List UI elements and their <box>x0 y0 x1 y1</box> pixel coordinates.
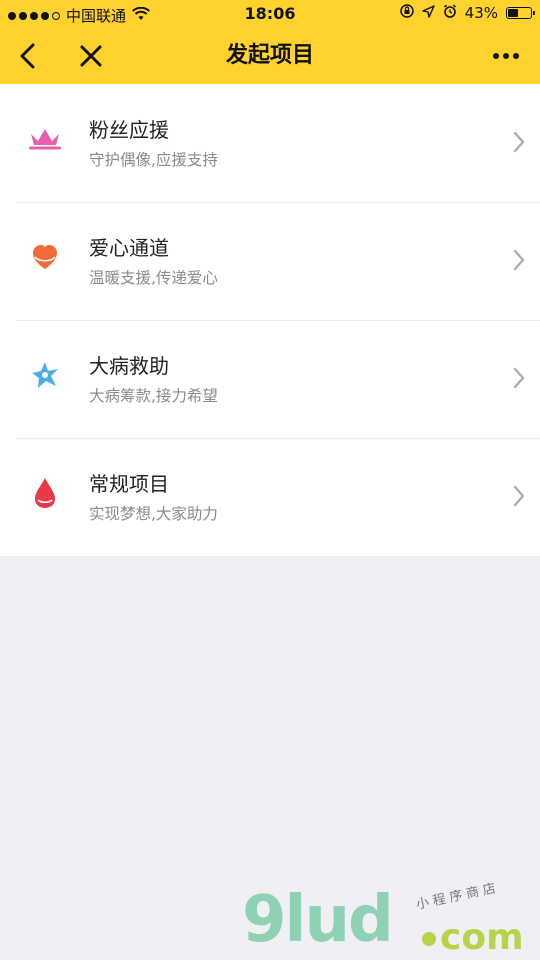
status-bar: 中国联通 18:06 43% <box>0 0 540 28</box>
item-subtitle: 实现梦想,大家助力 <box>89 505 218 523</box>
battery-fill <box>508 9 519 17</box>
list-item-fan-support[interactable]: 粉丝应援 守护偶像,应援支持 <box>0 84 540 202</box>
more-icon-dot <box>503 53 509 59</box>
chevron-right-icon <box>513 485 525 507</box>
item-title: 爱心通道 <box>89 236 169 260</box>
chevron-right-icon <box>513 249 525 271</box>
crown-icon <box>26 120 64 158</box>
list-item-regular-project[interactable]: 常规项目 实现梦想,大家助力 <box>0 438 540 556</box>
list-item-illness-aid[interactable]: 大病救助 大病筹款,接力希望 <box>0 320 540 438</box>
watermark-tagline: 小程序商店 <box>414 880 502 913</box>
item-subtitle: 大病筹款,接力希望 <box>89 387 218 405</box>
more-icon-dot <box>513 53 519 59</box>
item-title: 大病救助 <box>89 354 169 378</box>
item-subtitle: 温暖支援,传递爱心 <box>89 269 218 287</box>
list-item-love-channel[interactable]: 爱心通道 温暖支援,传递爱心 <box>0 202 540 320</box>
watermark-dot <box>422 932 436 946</box>
item-title: 常规项目 <box>89 472 169 496</box>
heart-icon <box>26 238 64 276</box>
orientation-lock-icon <box>399 4 414 22</box>
location-icon <box>421 4 435 22</box>
more-button[interactable] <box>486 40 526 72</box>
project-type-list: 粉丝应援 守护偶像,应援支持 爱心通道 温暖支援,传递爱心 大病救助 大病筹款,… <box>0 84 540 556</box>
screen: 中国联通 18:06 43% 发起项目 粉丝应援 守护偶像,应援支持 爱心通道 … <box>0 0 540 960</box>
nav-bar: 发起项目 <box>0 28 540 84</box>
watermark-domain: com <box>440 917 524 958</box>
item-title: 粉丝应援 <box>89 118 169 142</box>
battery-icon <box>506 7 535 19</box>
more-icon-dot <box>493 53 499 59</box>
battery-percent: 43% <box>464 4 498 22</box>
watermark-logo: 9lud <box>242 883 394 957</box>
chevron-right-icon <box>513 367 525 389</box>
chevron-right-icon <box>513 131 525 153</box>
drop-icon <box>26 474 64 512</box>
star-icon <box>26 356 64 394</box>
status-right: 43% <box>399 4 535 22</box>
alarm-icon <box>443 4 457 22</box>
item-subtitle: 守护偶像,应援支持 <box>89 151 218 169</box>
watermark: 9lud com 小程序商店 <box>240 880 540 960</box>
page-title: 发起项目 <box>225 43 314 68</box>
